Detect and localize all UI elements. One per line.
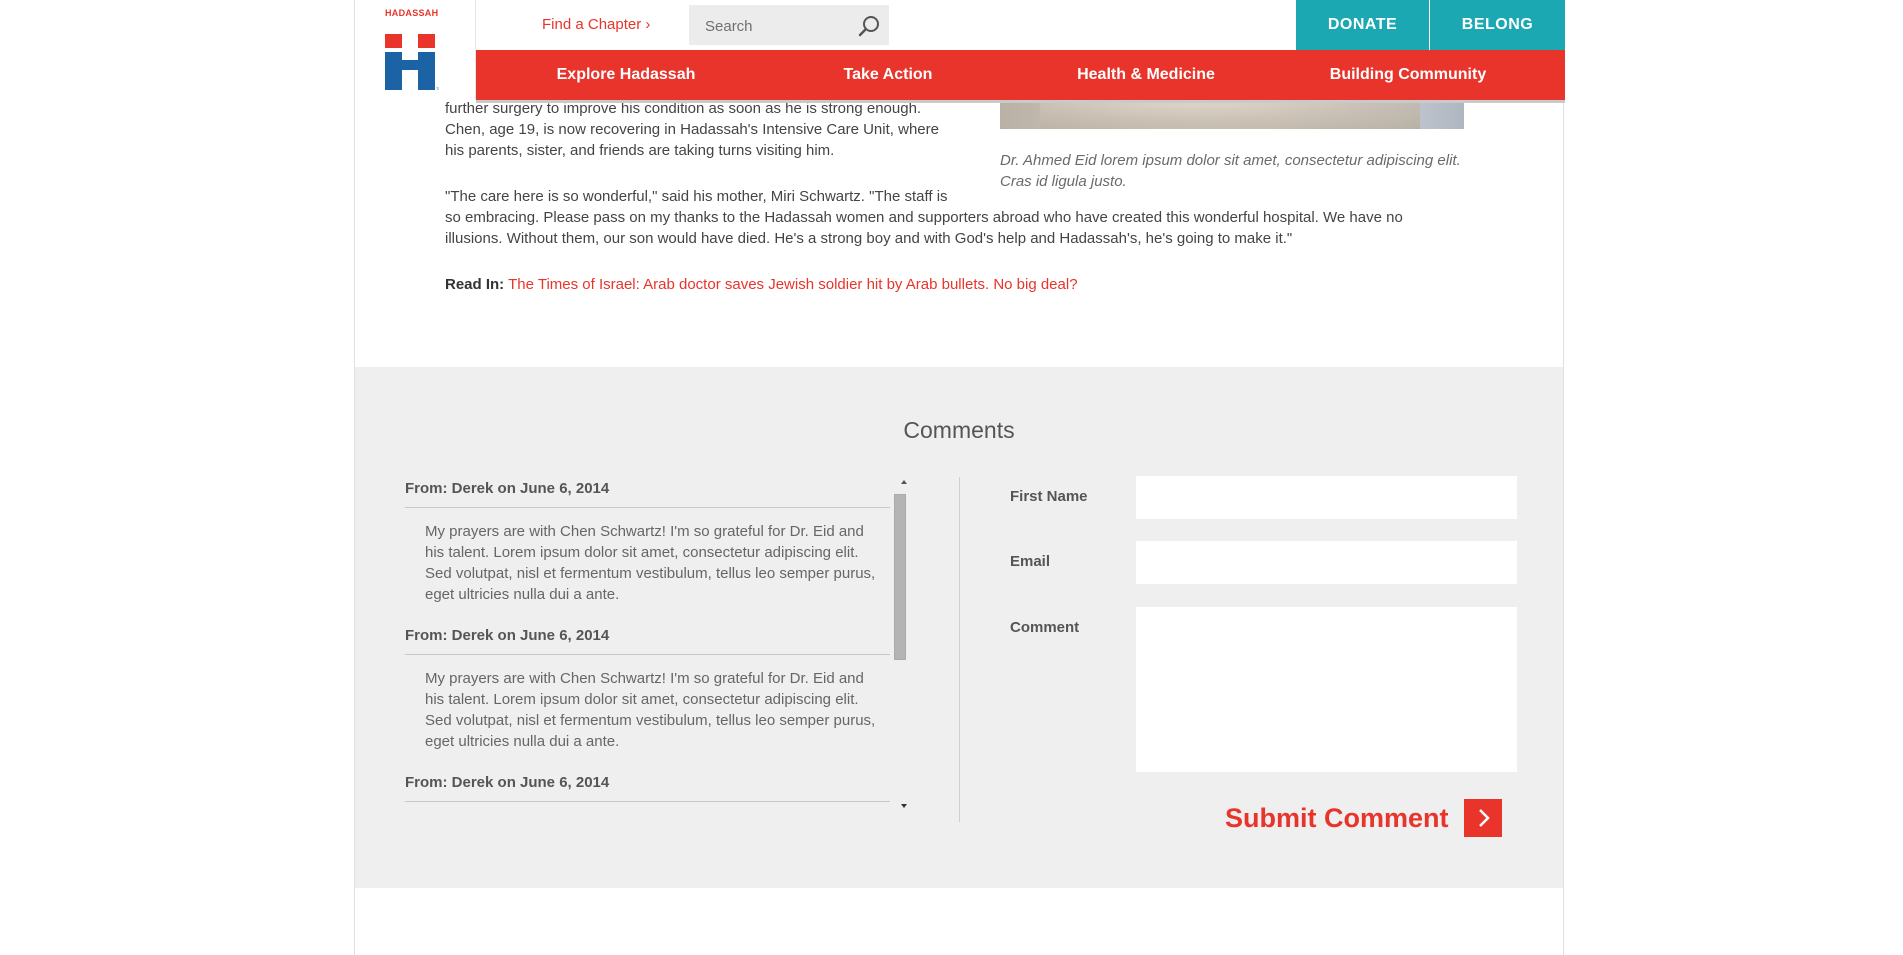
donate-button[interactable]: DONATE	[1296, 0, 1429, 50]
search-box	[689, 5, 889, 47]
email-field[interactable]	[1136, 541, 1517, 584]
belong-button[interactable]: BELONG	[1430, 0, 1565, 50]
quote-rest: so embracing. Please pass on my thanks t…	[445, 209, 1403, 247]
logo[interactable]: HADASSAH TM	[355, 0, 476, 100]
comments-section: Comments From: Derek on June 6, 2014 My …	[355, 367, 1563, 888]
first-name-field[interactable]	[1136, 476, 1517, 519]
read-in: Read In: The Times of Israel: Arab docto…	[445, 276, 1078, 293]
comment-field[interactable]	[1136, 607, 1517, 772]
submit-comment-label: Submit Comment	[1225, 802, 1449, 833]
comment-label: Comment	[1010, 619, 1080, 636]
nav-item-explore-hadassah[interactable]: Explore Hadassah	[557, 50, 696, 100]
nav-item-building-community[interactable]: Building Community	[1330, 50, 1486, 100]
search-input[interactable]	[703, 5, 857, 47]
comment-header: From: Derek on June 6, 2014	[405, 627, 890, 655]
quote-first-line: "The care here is so wonderful," said hi…	[445, 188, 948, 205]
comment-body: My prayers are with Chen Schwartz! I'm s…	[425, 523, 876, 603]
read-in-link[interactable]: The Times of Israel: Arab doctor saves J…	[508, 276, 1077, 293]
main-nav: Explore Hadassah Take Action Health & Me…	[476, 50, 1565, 103]
find-chapter-link[interactable]: Find a Chapter ›	[542, 16, 650, 33]
article-paragraph: further surgery to improve his condition…	[445, 100, 939, 159]
comment-body: My prayers are with Chen Schwartz! I'm s…	[425, 670, 876, 750]
read-in-label: Read In:	[445, 276, 505, 293]
scroll-up-arrow-icon[interactable]	[901, 480, 907, 484]
svg-text:TM: TM	[436, 86, 439, 90]
comment-list[interactable]: From: Derek on June 6, 2014 My prayers a…	[405, 477, 905, 817]
scroll-down-arrow-icon[interactable]	[901, 804, 907, 808]
search-icon[interactable]	[857, 14, 881, 38]
comment-header: From: Derek on June 6, 2014	[405, 480, 890, 508]
submit-comment-button[interactable]: Submit Comment	[1225, 799, 1502, 837]
site-header: HADASSAH TM Find a Chapter › DONATE BELO…	[355, 0, 1565, 103]
article-paragraph: "The care here is so wonderful," said hi…	[445, 186, 1445, 249]
comment-header: From: Derek on June 6, 2014	[405, 774, 890, 802]
nav-item-health-medicine[interactable]: Health & Medicine	[1077, 50, 1215, 100]
nav-item-take-action[interactable]: Take Action	[844, 50, 933, 100]
hadassah-logo-icon: TM	[385, 34, 439, 90]
email-label: Email	[1010, 553, 1051, 570]
divider	[959, 477, 960, 822]
chevron-right-icon	[1463, 799, 1502, 837]
page-container: further surgery to improve his condition…	[354, 0, 1565, 955]
first-name-label: First Name	[1010, 488, 1088, 505]
comments-title: Comments	[903, 417, 1015, 443]
logo-text: HADASSAH	[385, 8, 439, 18]
scrollbar-thumb[interactable]	[894, 494, 906, 660]
